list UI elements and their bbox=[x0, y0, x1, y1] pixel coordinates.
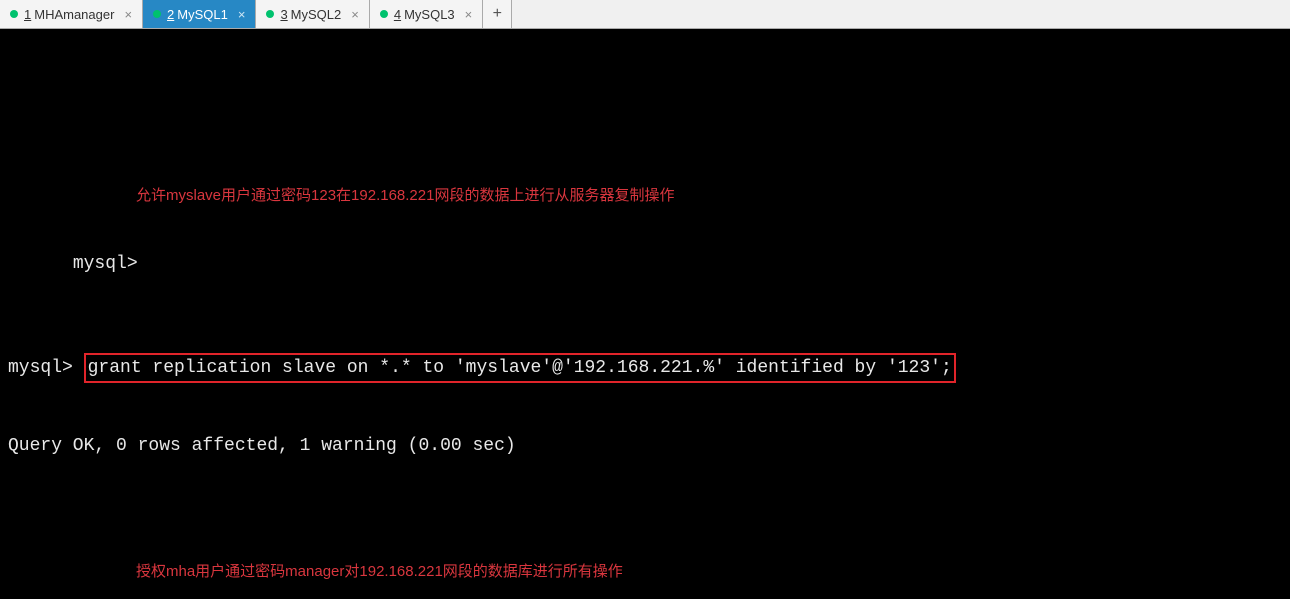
terminal[interactable]: 允许myslave用户通过密码123在192.168.221网段的数据上进行从服… bbox=[0, 29, 1290, 599]
close-icon[interactable]: × bbox=[351, 7, 359, 22]
tab-number: 4 bbox=[394, 7, 401, 22]
tab-label: MySQL1 bbox=[177, 7, 228, 22]
tab-number: 3 bbox=[280, 7, 287, 22]
tab-label: MHAmanager bbox=[34, 7, 114, 22]
prompt: mysql> bbox=[8, 358, 84, 378]
status-dot-icon bbox=[10, 10, 18, 18]
status-dot-icon bbox=[153, 10, 161, 18]
tab-label: MySQL3 bbox=[404, 7, 455, 22]
tab-mysql3[interactable]: 4 MySQL3 × bbox=[370, 0, 483, 28]
tab-bar: 1 MHAmanager × 2 MySQL1 × 3 MySQL2 × 4 M… bbox=[0, 0, 1290, 29]
query-result: Query OK, 0 rows affected, 1 warning (0.… bbox=[8, 433, 1282, 459]
annotation-1: 允许myslave用户通过密码123在192.168.221网段的数据上进行从服… bbox=[136, 188, 674, 204]
status-dot-icon bbox=[380, 10, 388, 18]
tab-label: MySQL2 bbox=[291, 7, 342, 22]
tab-mysql1[interactable]: 2 MySQL1 × bbox=[143, 0, 256, 28]
add-tab-button[interactable]: + bbox=[483, 0, 512, 28]
tab-mysql2[interactable]: 3 MySQL2 × bbox=[256, 0, 369, 28]
sql-command-1: grant replication slave on *.* to 'mysla… bbox=[84, 353, 956, 383]
tab-number: 1 bbox=[24, 7, 31, 22]
prompt: mysql> bbox=[73, 254, 149, 274]
close-icon[interactable]: × bbox=[465, 7, 473, 22]
status-dot-icon bbox=[266, 10, 274, 18]
tab-mhamanager[interactable]: 1 MHAmanager × bbox=[0, 0, 143, 28]
tab-number: 2 bbox=[167, 7, 174, 22]
close-icon[interactable]: × bbox=[124, 7, 132, 22]
annotation-2: 授权mha用户通过密码manager对192.168.221网段的数据库进行所有… bbox=[136, 564, 623, 580]
close-icon[interactable]: × bbox=[238, 7, 246, 22]
